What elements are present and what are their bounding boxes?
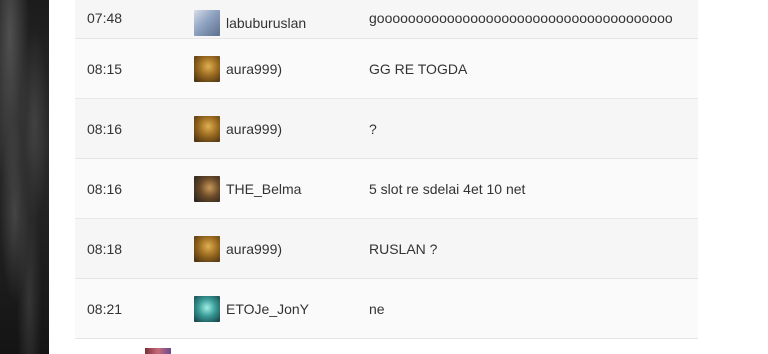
player-name: THE_Belma (226, 180, 302, 197)
background-artwork (0, 0, 49, 354)
chat-message: ? (369, 120, 377, 137)
hero-avatar-icon (194, 295, 220, 322)
chat-player[interactable]: ETOJe_JonY (194, 295, 310, 322)
hero-avatar-icon (194, 10, 220, 36)
chat-message: ne (369, 300, 385, 317)
player-name: aura999) (226, 120, 283, 137)
chat-row: 08:15 aura999) GG RE TOGDA (75, 39, 698, 99)
chat-time: 08:15 (87, 60, 123, 77)
chat-player[interactable]: aura999) (194, 115, 283, 142)
hero-avatar-icon (194, 55, 220, 82)
player-name: aura999) (226, 240, 283, 257)
chat-row: 08:16 aura999) ? (75, 99, 698, 159)
chat-player[interactable]: labuburuslan (194, 10, 306, 36)
chat-message: RUSLAN ? (369, 240, 438, 257)
player-name: labuburuslan (226, 15, 307, 31)
chat-time: 08:18 (87, 240, 123, 257)
chat-row: 07:48 labuburuslan goooooooooooooooooooo… (75, 0, 698, 39)
match-chat-log: 07:48 labuburuslan goooooooooooooooooooo… (49, 0, 768, 354)
chat-time: 08:21 (87, 300, 123, 317)
chat-message: GG RE TOGDA (369, 60, 468, 77)
chat-table: 07:48 labuburuslan goooooooooooooooooooo… (75, 0, 698, 339)
chat-row: 08:18 aura999) RUSLAN ? (75, 219, 698, 279)
chat-player[interactable]: THE_Belma (194, 175, 302, 202)
chat-time: 08:16 (87, 120, 123, 137)
chat-time: 07:48 (87, 10, 123, 26)
chat-player[interactable]: aura999) (194, 235, 283, 262)
chat-time: 08:16 (87, 180, 123, 197)
hero-avatar-icon (194, 235, 220, 262)
chat-row: 08:21 ETOJe_JonY ne (75, 279, 698, 339)
chat-message: 5 slot re sdelai 4et 10 net (369, 180, 526, 197)
hero-avatar-icon (194, 175, 220, 202)
hero-avatar-icon (194, 115, 220, 142)
chat-row: 08:16 THE_Belma 5 slot re sdelai 4et 10 … (75, 159, 698, 219)
player-name: aura999) (226, 60, 283, 77)
chat-player[interactable]: aura999) (194, 55, 283, 82)
chat-message: goooooooooooooooooooooooooooooooooooooo (369, 10, 673, 26)
hero-avatar-icon (145, 348, 171, 354)
player-name: ETOJe_JonY (226, 300, 310, 317)
